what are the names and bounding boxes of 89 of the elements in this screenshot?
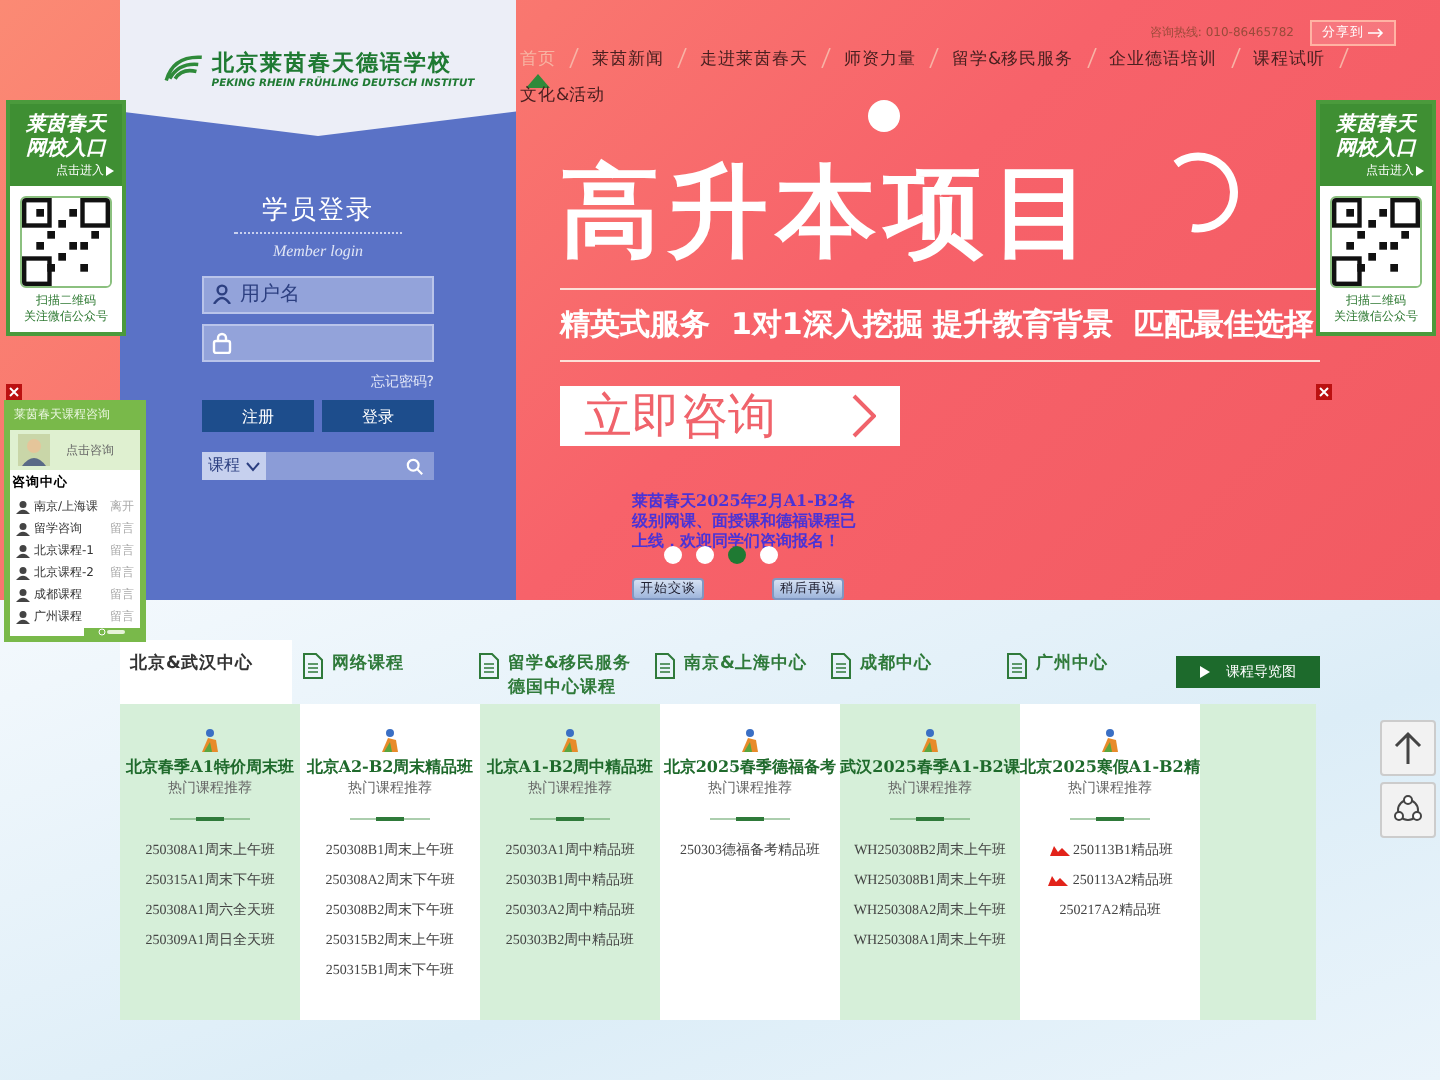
- center-tab[interactable]: 广州中心: [996, 640, 1172, 704]
- nav-link[interactable]: 走进莱茵春天: [700, 48, 808, 72]
- divider-ornament-icon: [710, 816, 790, 822]
- username-field[interactable]: 用户名: [202, 276, 434, 314]
- wheat-logo-icon: [161, 52, 206, 84]
- carousel-dot[interactable]: [760, 546, 778, 564]
- banner-tagline: 精英式服务 1对1深入挖掘 提升教育背景 匹配最佳选择: [560, 306, 1314, 344]
- play-triangle-icon: [106, 166, 114, 176]
- login-button[interactable]: 登录: [322, 400, 434, 432]
- avatar-icon: [18, 434, 50, 466]
- slash-separator-icon: [676, 48, 688, 68]
- course-search-field[interactable]: 课程: [202, 452, 434, 480]
- widget-subtitle: 网校入口: [1336, 138, 1416, 162]
- divider-ornament-icon: [890, 816, 970, 822]
- nav-link[interactable]: 师资力量: [844, 48, 916, 72]
- slash-separator-icon: [820, 48, 832, 68]
- person-icon: [16, 544, 30, 558]
- search-icon: [406, 457, 424, 475]
- chevron-right-icon: [852, 394, 876, 438]
- center-tab[interactable]: 南京&上海中心: [644, 640, 820, 704]
- nav-link[interactable]: 企业德语培训: [1109, 48, 1218, 72]
- person-icon: [16, 522, 30, 536]
- close-icon[interactable]: [6, 384, 22, 400]
- chat-service-logo-icon: [84, 628, 140, 636]
- triangle-icon: [526, 74, 550, 88]
- play-triangle-icon: [1416, 166, 1424, 176]
- slash-separator-icon: [1337, 48, 1350, 68]
- carousel-dot[interactable]: [696, 546, 714, 564]
- center-tab[interactable]: 网络课程: [292, 640, 468, 704]
- widget-title: 莱茵春天: [1336, 114, 1416, 137]
- widget-subtitle: 网校入口: [26, 138, 106, 162]
- person-icon: [16, 566, 30, 580]
- nav-link[interactable]: 课程试听: [1253, 48, 1326, 72]
- nav-link[interactable]: 文化&活动: [520, 84, 606, 108]
- slash-separator-icon: [928, 48, 940, 68]
- person-icon: [16, 588, 30, 602]
- colorful-figure-icon: [378, 728, 402, 752]
- divider-ornament-icon: [1070, 816, 1150, 822]
- document-icon: [1006, 652, 1028, 680]
- person-icon: [16, 610, 30, 624]
- school-name: 北京莱茵春天德语学校: [211, 47, 454, 75]
- arrow-right-icon: [1368, 28, 1384, 38]
- document-icon: [654, 652, 676, 680]
- carousel-dot[interactable]: [664, 546, 682, 564]
- arrow-up-icon: [1392, 730, 1424, 766]
- course-title: 武汉2025春季A1-B2课: [840, 756, 1020, 776]
- chevron-down-icon: [246, 461, 260, 471]
- carousel-dot[interactable]: [728, 546, 746, 564]
- qr-code-drawing: [20, 196, 112, 288]
- colorful-figure-icon: [918, 728, 942, 752]
- qr-code-drawing: [1330, 196, 1422, 288]
- login-title: 学员登录: [234, 192, 402, 234]
- play-triangle-icon: [1200, 666, 1210, 678]
- lock-icon: [212, 332, 232, 354]
- register-button[interactable]: 注册: [202, 400, 314, 432]
- slash-separator-icon: [1229, 48, 1242, 68]
- center-tab[interactable]: 留学&移民服务 德国中心课程: [468, 640, 644, 704]
- circle-decoration: [868, 100, 900, 132]
- divider-ornament-icon: [530, 816, 610, 822]
- divider-ornament-icon: [350, 816, 430, 822]
- slash-separator-icon: [1085, 48, 1098, 68]
- course-title: 北京2025寒假A1-B2精: [1020, 756, 1200, 776]
- back-to-top-button[interactable]: [1380, 720, 1436, 776]
- close-icon[interactable]: [1316, 384, 1332, 400]
- document-icon: [302, 652, 324, 680]
- course-title: 北京2025春季德福备考: [663, 756, 837, 776]
- share-icon-button[interactable]: [1380, 782, 1436, 838]
- colorful-figure-icon: [558, 728, 582, 752]
- share-icon: [1392, 794, 1424, 826]
- password-field[interactable]: [202, 324, 434, 362]
- center-tab[interactable]: 北京&武汉中心: [120, 640, 292, 704]
- colorful-figure-icon: [738, 728, 762, 752]
- colorful-figure-icon: [198, 728, 222, 752]
- nav-link[interactable]: 莱茵新闻: [592, 48, 664, 72]
- user-icon: [212, 284, 232, 304]
- colorful-figure-icon: [1098, 728, 1122, 752]
- course-title: 北京春季A1特价周末班: [126, 756, 294, 776]
- widget-title: 莱茵春天: [26, 114, 106, 137]
- person-icon: [16, 500, 30, 514]
- course-title: 北京A2-B2周末精品班: [306, 756, 474, 776]
- login-subtitle: Member login: [272, 242, 364, 260]
- course-title: 北京A1-B2周中精品班: [486, 756, 654, 776]
- slash-separator-icon: [568, 48, 580, 68]
- nav-link[interactable]: 留学&移民服务: [952, 48, 1074, 72]
- center-tab[interactable]: 成都中心: [820, 640, 996, 704]
- document-icon: [830, 652, 852, 680]
- divider-ornament-icon: [170, 816, 250, 822]
- banner-headline: 高升本项目: [560, 152, 1100, 272]
- document-icon: [478, 652, 500, 680]
